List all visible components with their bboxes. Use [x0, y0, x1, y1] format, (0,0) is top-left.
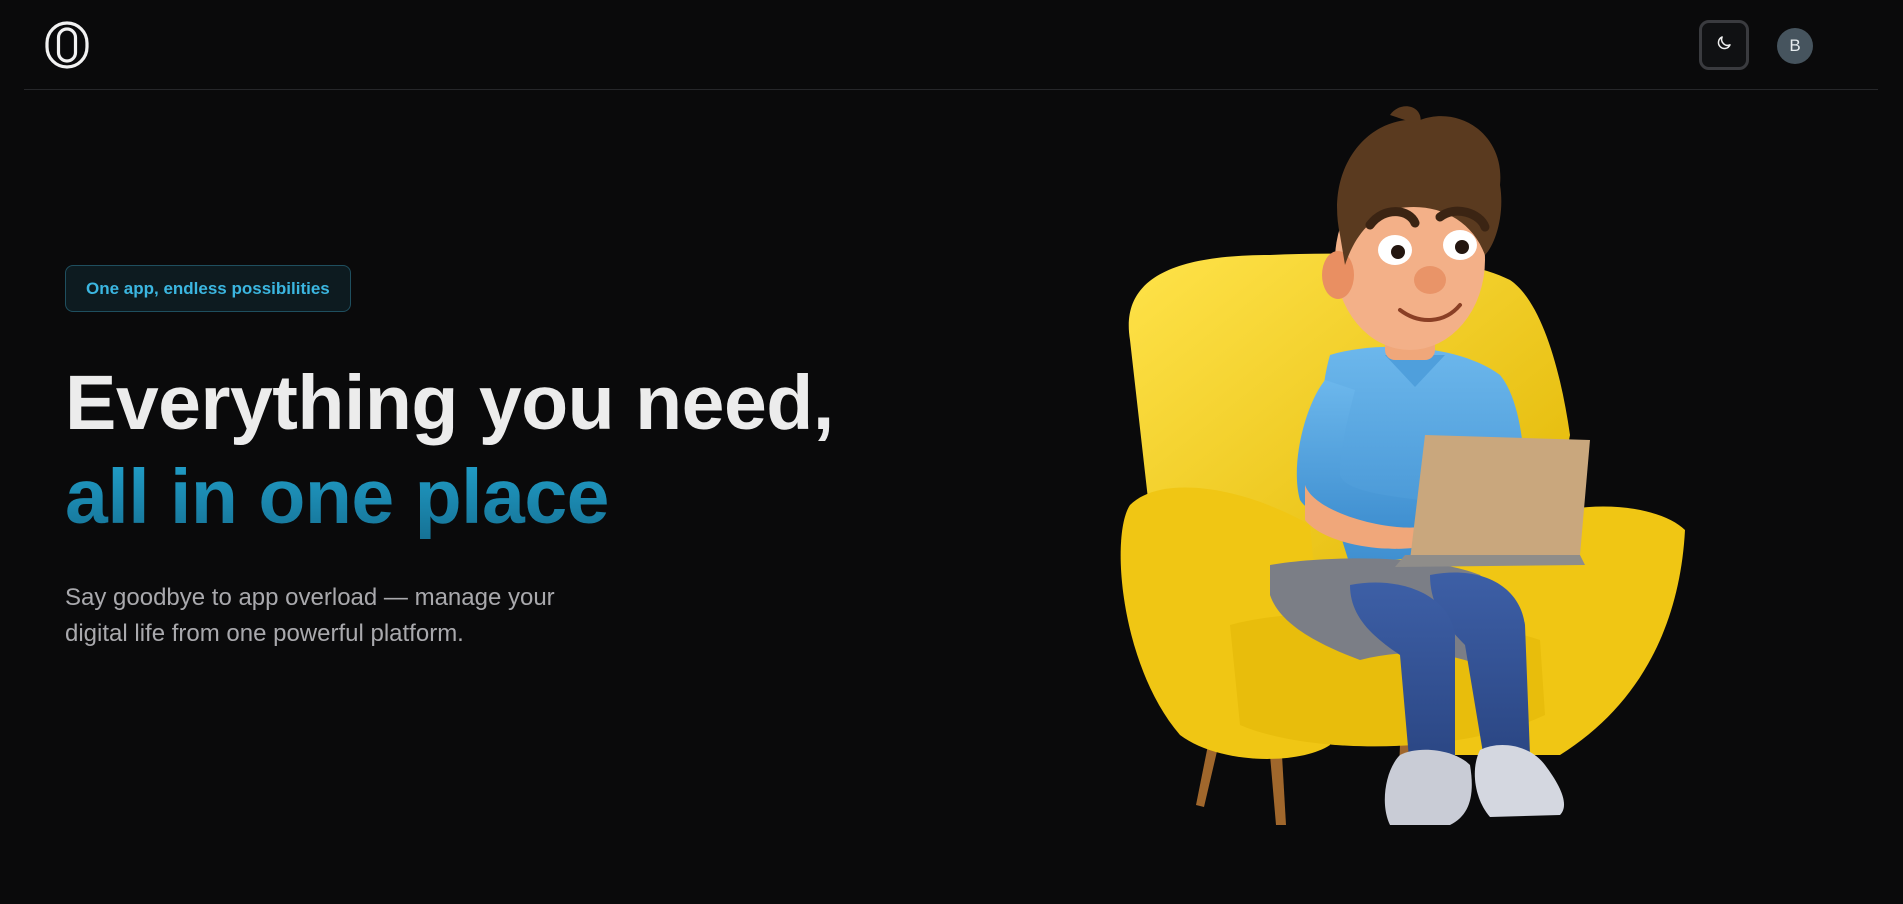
subtext-line-2: digital life from one powerful platform. [65, 620, 464, 647]
user-avatar[interactable]: B [1777, 28, 1813, 64]
headline-line-1: Everything you need, [65, 360, 834, 446]
tagline-badge: One app, endless possibilities [65, 265, 351, 312]
hero-subtext: Say goodbye to app overload — manage you… [65, 580, 665, 652]
top-header [24, 0, 1878, 90]
hero-headline: Everything you need, all in one place [65, 356, 965, 544]
logo-icon[interactable] [44, 20, 90, 70]
headline-line-2: all in one place [65, 450, 965, 544]
theme-toggle-button[interactable] [1699, 20, 1749, 70]
subtext-line-1: Say goodbye to app overload — manage you… [65, 584, 555, 611]
hero-illustration [1100, 105, 1700, 845]
moon-icon [1715, 34, 1733, 57]
